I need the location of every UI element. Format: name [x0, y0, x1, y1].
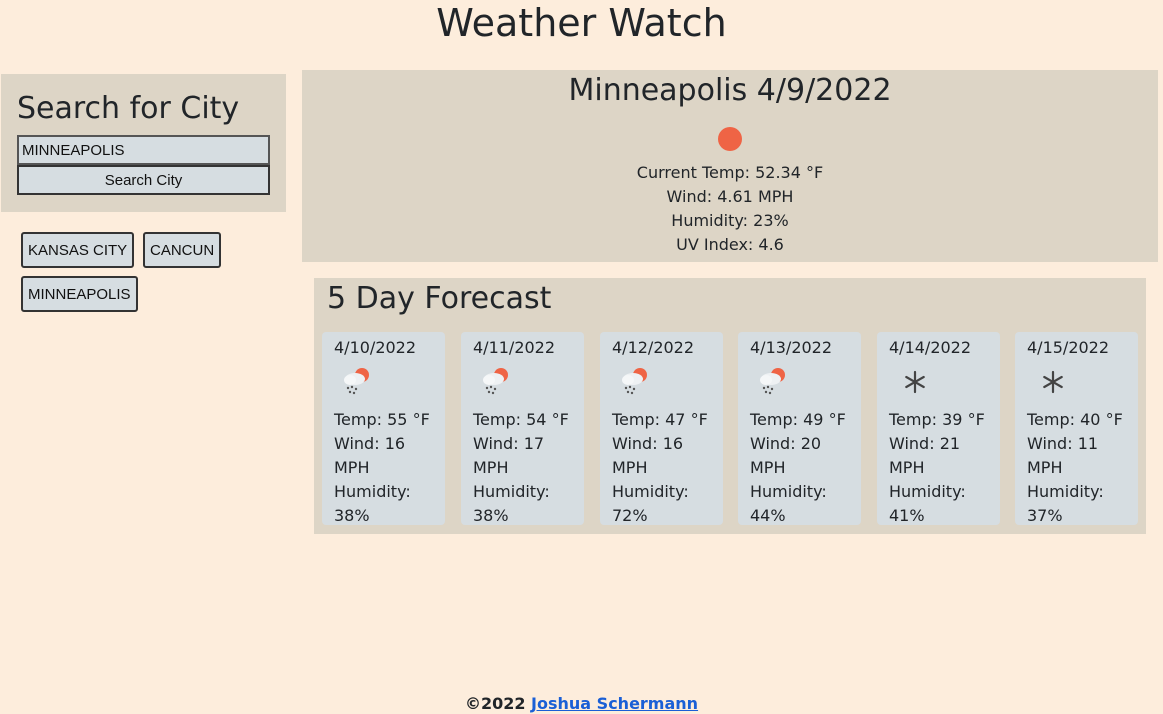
current-wind: Wind: 4.61 MPH	[666, 187, 794, 206]
snow-showers-icon	[344, 368, 369, 395]
snow-showers-icon	[622, 368, 647, 395]
forecast-wind-unit: MPH	[334, 458, 370, 477]
forecast-date: 4/10/2022	[334, 338, 417, 357]
forecast-temp: Temp: 47 °F	[612, 410, 708, 429]
history-button-minneapolis[interactable]: MINNEAPOLIS	[21, 276, 138, 312]
snowflake-icon	[1043, 370, 1063, 394]
forecast-date: 4/12/2022	[612, 338, 695, 357]
current-city-date: Minneapolis 4/9/2022	[568, 73, 892, 108]
forecast-wind: Wind: 16	[334, 434, 406, 453]
forecast-wind: Wind: 20	[750, 434, 822, 453]
forecast-date: 4/11/2022	[473, 338, 556, 357]
forecast-wind: Wind: 16	[612, 434, 684, 453]
forecast-wind: Wind: 17	[473, 434, 545, 453]
author-link[interactable]: Joshua Schermann	[531, 694, 698, 713]
city-search-input[interactable]	[17, 135, 270, 165]
forecast-wind-unit: MPH	[612, 458, 648, 477]
forecast-humidity-value: 38%	[473, 506, 509, 525]
forecast-humidity-label: Humidity:	[473, 482, 550, 501]
forecast-temp: Temp: 40 °F	[1027, 410, 1123, 429]
forecast-humidity-value: 72%	[612, 506, 648, 525]
forecast-heading: 5 Day Forecast	[327, 281, 552, 316]
forecast-humidity-label: Humidity:	[1027, 482, 1104, 501]
forecast-temp: Temp: 49 °F	[750, 410, 846, 429]
footer: ©2022 Joshua Schermann	[0, 694, 1163, 714]
forecast-temp: Temp: 39 °F	[889, 410, 985, 429]
forecast-wind-unit: MPH	[889, 458, 925, 477]
snow-showers-icon	[483, 368, 508, 395]
forecast-date: 4/14/2022	[889, 338, 972, 357]
current-temp: Current Temp: 52.34 °F	[636, 163, 824, 182]
forecast-card: 4/13/2022 Temp: 49 °F Wind: 20 MPH Humid…	[738, 332, 861, 525]
forecast-card: 4/14/2022 Temp: 39 °F Wind: 21 MPH Humid…	[877, 332, 1000, 525]
page-title: Weather Watch	[436, 1, 727, 45]
forecast-date: 4/13/2022	[750, 338, 833, 357]
forecast-humidity-label: Humidity:	[889, 482, 966, 501]
current-uv-index: UV Index: 4.6	[676, 235, 784, 254]
forecast-humidity-label: Humidity:	[750, 482, 827, 501]
history-button-kansas-city[interactable]: KANSAS CITY	[21, 232, 135, 268]
forecast-card: 4/12/2022 Temp: 47 °F Wind: 16 MPH Humid…	[600, 332, 723, 525]
history-button-cancun[interactable]: CANCUN	[143, 232, 222, 268]
current-weather-panel: Minneapolis 4/9/2022 Current Temp: 52.34…	[302, 70, 1158, 262]
forecast-card: 4/15/2022 Temp: 40 °F Wind: 11 MPH Humid…	[1015, 332, 1138, 525]
forecast-wind-unit: MPH	[750, 458, 786, 477]
forecast-wind: Wind: 21	[889, 434, 961, 453]
forecast-date: 4/15/2022	[1027, 338, 1110, 357]
forecast-card: 4/10/2022 Temp: 55 °F Wind: 16 MPH Humid…	[322, 332, 445, 525]
sun-icon	[718, 127, 742, 151]
forecast-humidity-label: Humidity:	[612, 482, 689, 501]
current-humidity: Humidity: 23%	[671, 211, 789, 230]
forecast-wind-unit: MPH	[473, 458, 509, 477]
forecast-wind: Wind: 11	[1027, 434, 1099, 453]
forecast-temp: Temp: 55 °F	[334, 410, 430, 429]
forecast-temp: Temp: 54 °F	[473, 410, 569, 429]
copyright-text: ©2022	[464, 694, 526, 713]
search-panel: Search for City Search City	[1, 74, 286, 212]
forecast-humidity-label: Humidity:	[334, 482, 411, 501]
snow-showers-icon	[760, 368, 785, 395]
forecast-humidity-value: 38%	[334, 506, 370, 525]
forecast-card: 4/11/2022 Temp: 54 °F Wind: 17 MPH Humid…	[461, 332, 584, 525]
forecast-humidity-value: 44%	[750, 506, 786, 525]
forecast-wind-unit: MPH	[1027, 458, 1063, 477]
forecast-humidity-value: 37%	[1027, 506, 1063, 525]
forecast-panel: 5 Day Forecast 4/10/2022 Temp: 55 °F Win…	[314, 278, 1146, 534]
search-city-button[interactable]: Search City	[17, 165, 270, 195]
snowflake-icon	[905, 370, 925, 394]
search-heading: Search for City	[17, 91, 240, 126]
forecast-humidity-value: 41%	[889, 506, 925, 525]
